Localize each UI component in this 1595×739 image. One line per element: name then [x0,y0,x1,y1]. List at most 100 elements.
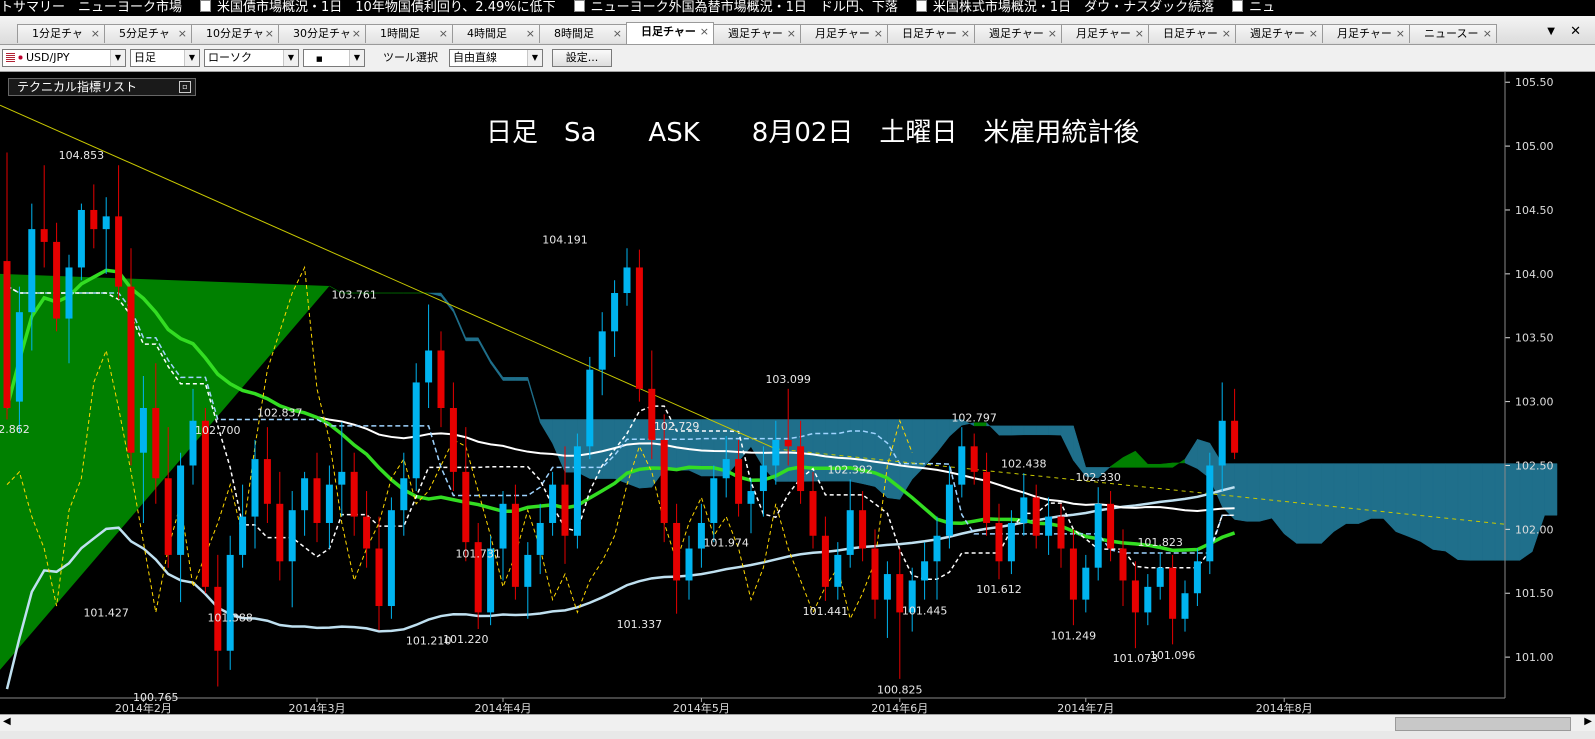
x-tick-label: 2014年8月 [1256,701,1313,714]
candle [710,478,718,523]
scroll-right-icon[interactable]: ▶ [1584,716,1592,727]
tab-15[interactable]: 週足チャー × [1235,24,1323,43]
tab-6[interactable]: 4時間足 × [452,24,540,43]
candle [412,382,420,479]
close-tab-icon[interactable]: × [787,25,796,43]
candle [1119,548,1127,581]
close-all-icon[interactable]: ✕ [1570,24,1581,39]
close-tab-icon[interactable]: × [1396,25,1405,43]
candle [660,439,668,523]
indicator-list-panel[interactable]: テクニカル指標リスト ▫ [8,78,196,96]
tool-select[interactable]: 自由直線 ▼ [449,49,543,67]
tab-3[interactable]: 10分足チャ × [191,24,279,43]
scroll-thumb[interactable] [1395,717,1571,731]
tab-4[interactable]: 30分足チャ × [278,24,366,43]
tab-14[interactable]: 日足チャー × [1148,24,1236,43]
document-icon [915,0,927,12]
currency-pair-select[interactable]: USD/JPY ▼ [2,49,126,67]
price-label: 100.765 [133,691,179,704]
close-tab-icon[interactable]: × [1135,25,1144,43]
settings-button[interactable]: 設定... [552,49,612,67]
tab-16[interactable]: 月足チャー × [1322,24,1410,43]
x-tick-label: 2014年6月 [871,701,928,714]
close-tab-icon[interactable]: × [439,25,448,43]
close-tab-icon[interactable]: × [178,25,187,43]
close-tab-icon[interactable]: × [1483,25,1492,43]
close-tab-icon[interactable]: × [874,25,883,43]
close-tab-icon[interactable]: × [961,25,970,43]
x-tick-label: 2014年7月 [1057,701,1114,714]
price-label: 101.612 [976,583,1022,596]
status-bar [0,731,1595,739]
price-label: 102.729 [654,420,700,433]
tab-11[interactable]: 日足チャー × [887,24,975,43]
candle [821,535,829,587]
news-ticker: トサマリー ニューヨーク市場 米国債市場概況・1日 10年物国債利回り、2.49%… [0,0,1595,16]
close-tab-icon[interactable]: × [1222,25,1231,43]
news-headline[interactable]: ニュ [1232,0,1275,15]
candle [1218,420,1226,466]
close-tab-icon[interactable]: × [352,25,361,43]
cloud-segment [1358,463,1372,524]
close-tab-icon[interactable]: × [1048,25,1057,43]
price-label: 102.438 [1001,457,1047,470]
scroll-left-icon[interactable]: ◀ [3,716,11,727]
tab-7[interactable]: 8時間足 × [539,24,627,43]
tab-12[interactable]: 週足チャー × [974,24,1062,43]
x-tick-label: 2014年3月 [289,701,346,714]
timeframe-select[interactable]: 日足 ▼ [130,49,200,67]
marker-style-value: ■ [316,55,323,63]
candle [797,446,805,492]
candle [338,471,346,485]
candle [536,522,544,555]
candle [871,548,879,600]
close-tab-icon[interactable]: × [526,25,535,43]
price-chart[interactable]: 101.00 101.50 102.00 102.50 103.00 103.50 104.… [0,72,1595,714]
tab-1[interactable]: 1分足チャ × [17,24,105,43]
tab-2[interactable]: 5分足チャ × [104,24,192,43]
price-label: 104.853 [59,149,105,162]
tab-13[interactable]: 月足チャー × [1061,24,1149,43]
chart-type-select[interactable]: ローソク ▼ [204,49,299,67]
tab-5[interactable]: 1時間足 × [365,24,453,43]
price-label: 101.249 [1051,629,1097,642]
candle [499,503,507,549]
cloud-segment [1432,463,1446,552]
close-tab-icon[interactable]: × [1309,25,1318,43]
tab-17[interactable]: ニュースー × [1409,24,1497,43]
chart-tab-bar: ▼ ✕ 1分足チャ × 5分足チャ × 10分足チャ × 30分足チャ × 1時間足 × 4時間足 ×… [0,16,1595,45]
tab-8[interactable]: 日足チャー × [626,22,714,44]
marker-style-select[interactable]: ■ ▼ [303,49,365,67]
cloud-segment [539,419,553,445]
close-tab-icon[interactable]: × [700,23,709,41]
price-label: 101.220 [443,633,489,646]
news-headline[interactable]: ニューヨーク外国為替市場概況・1日 ドル円、下落 [573,0,898,15]
collapse-icon[interactable]: ▫ [179,81,191,93]
tab-label: 月足チャー [1076,27,1131,40]
candle [921,561,929,581]
candle [1131,580,1139,613]
candle [462,471,470,543]
tab-10[interactable]: 月足チャー × [800,24,888,43]
news-headline[interactable]: 米国債市場概況・1日 10年物国債利回り、2.49%に低下 [200,0,556,15]
candle [1082,567,1090,600]
chart-type-value: ローソク [208,51,252,64]
candle [611,293,619,332]
candle [90,209,98,230]
candle [3,261,11,408]
cloud-segment [1110,457,1124,468]
candle [77,209,85,268]
cloud-segment [1420,463,1434,550]
news-headline[interactable]: トサマリー ニューヨーク市場 [0,0,182,15]
tab-label: 日足チャー [902,27,957,40]
news-headline[interactable]: 米国株式市場概況・1日 ダウ・ナスダック続落 [915,0,1214,15]
cloud-segment [1073,425,1087,478]
horizontal-scrollbar[interactable]: ◀ ▶ [0,714,1595,732]
tab-9[interactable]: 週足チャー × [713,24,801,43]
tab-list-dropdown-icon[interactable]: ▼ [1547,26,1555,37]
chart-area[interactable]: 101.00 101.50 102.00 102.50 103.00 103.50 104.… [0,72,1595,714]
close-tab-icon[interactable]: × [613,25,622,43]
candle [1057,516,1065,549]
close-tab-icon[interactable]: × [265,25,274,43]
close-tab-icon[interactable]: × [91,25,100,43]
